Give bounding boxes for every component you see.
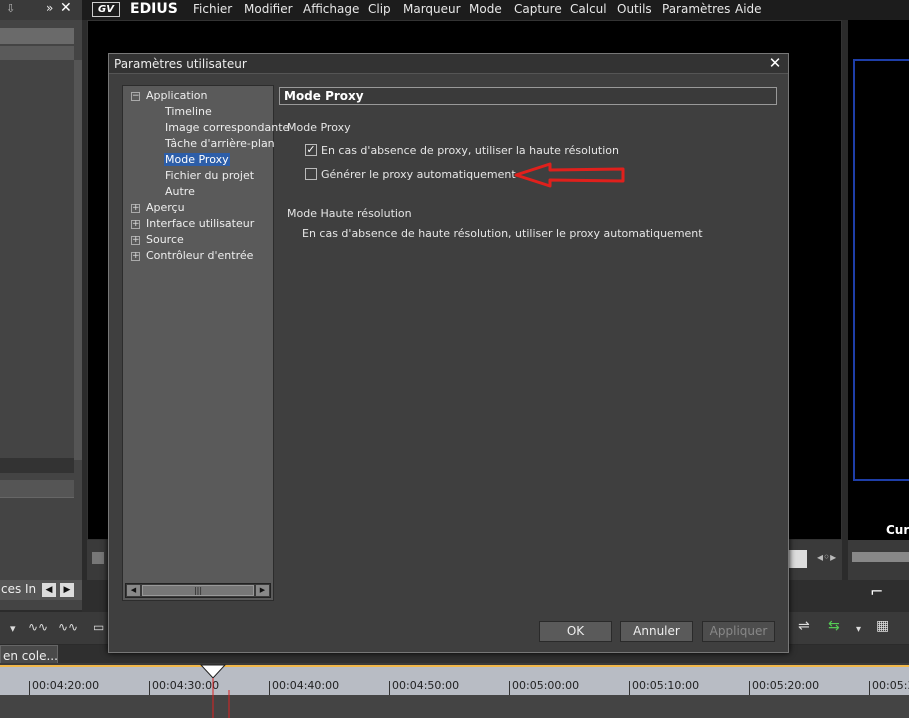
tab-left-arrow-icon[interactable]: ◀ [42,583,56,597]
menu-parametres[interactable]: Paramètres [662,2,730,16]
tab-sources[interactable]: ces [1,582,21,596]
menu-marqueur[interactable]: Marqueur [403,2,461,16]
tick-label: 00:05:20:00 [752,679,820,692]
expand-icon[interactable]: + [131,220,140,229]
bin-hscroll[interactable] [0,458,74,473]
menu-capture[interactable]: Capture [514,2,562,16]
cancel-button[interactable]: Annuler [620,621,693,642]
app-logo: GV [92,2,120,17]
expand-icon[interactable]: + [131,204,140,213]
tick-label: 00:04:50:00 [392,679,460,692]
tree-item-interface-utilisateur[interactable]: Interface utilisateur [146,217,254,230]
scroll-right-icon[interactable]: ▶ [256,585,269,596]
audio-wave-icon[interactable]: ◂◦▸ [817,550,836,564]
sync-dropdown-icon[interactable]: ▾ [856,624,861,635]
tick-label: 00:04:40:00 [272,679,340,692]
pin-icon[interactable]: ⇩ [6,2,15,15]
tree-item-source[interactable]: Source [146,233,184,246]
bin-sub-header [0,480,74,498]
annotation-arrow-icon [514,162,625,188]
tick-label: 00:04:20:00 [32,679,100,692]
player-jog[interactable] [787,550,807,568]
scroll-thumb[interactable]: ||| [142,585,254,596]
expand-icon[interactable]: + [131,236,140,245]
menu-bar: ⇩ » ✕ GV EDIUS Fichier Modifier Affichag… [0,0,909,20]
tree-item-apercu[interactable]: Aperçu [146,201,185,214]
tree-item-autre[interactable]: Autre [165,185,195,198]
recorder-controls [848,540,909,580]
checkbox-use-hires[interactable]: ✓ [305,144,317,156]
option-auto-proxy-label[interactable]: Générer le proxy automatiquement [321,168,516,181]
tree-item-application[interactable]: Application [146,89,207,102]
track-area[interactable] [0,695,909,718]
playhead-icon[interactable] [199,664,233,718]
tick-label: 00:05:10:00 [632,679,700,692]
settings-tree: − Application Timeline Image corresponda… [122,85,289,601]
audio-wave2-icon[interactable]: ∿∿ [58,620,78,634]
tree-hscrollbar[interactable]: ◀ ||| ▶ [125,583,271,598]
bin-panel: ⇵ [0,20,100,610]
ripple-icon[interactable]: ⇌ [798,618,810,634]
collapse-icon[interactable]: − [131,92,140,101]
menu-calcul[interactable]: Calcul [570,2,607,16]
tree-item-image-correspondante[interactable]: Image correspondante [165,121,289,134]
dialog-titlebar: Paramètres utilisateur ✕ [109,54,788,74]
tab-info[interactable]: In [25,582,36,596]
tick-label: 00:05:3 [872,679,909,692]
proxy-group-label: Mode Proxy [287,121,351,134]
menu-outils[interactable]: Outils [617,2,652,16]
clip-icon[interactable]: ▭ [93,620,104,634]
menu-aide[interactable]: Aide [735,2,762,16]
tree-item-fichier-projet[interactable]: Fichier du projet [165,169,254,182]
menu-affichage[interactable]: Affichage [303,2,359,16]
scroll-left-icon[interactable]: ◀ [127,585,140,596]
menu-fichier[interactable]: Fichier [193,2,232,16]
expand-icon[interactable]: » [46,1,53,15]
close-icon[interactable]: ✕ [60,0,72,16]
menu-clip[interactable]: Clip [368,2,391,16]
bin-vscroll[interactable] [74,60,82,460]
tree-item-controleur-entree[interactable]: Contrôleur d'entrée [146,249,253,262]
menu-mode[interactable]: Mode [469,2,502,16]
ok-button[interactable]: OK [539,621,612,642]
recorder-slider[interactable] [852,552,909,562]
option-use-hires-label[interactable]: En cas d'absence de proxy, utiliser la h… [321,144,619,157]
tick-label: 00:05:00:00 [512,679,580,692]
bin-column-header [0,46,74,60]
dialog-title: Paramètres utilisateur [114,57,247,71]
tree-item-mode-proxy[interactable]: Mode Proxy [164,153,230,166]
bin-header [0,28,74,44]
tab-right-arrow-icon[interactable]: ▶ [60,583,74,597]
marker-icon[interactable]: ⌐ [870,582,883,601]
recorder-monitor: Cur [848,20,909,540]
hires-group-label: Mode Haute résolution [287,207,412,220]
panel-controls: ⇩ » ✕ [0,0,82,20]
user-settings-dialog: Paramètres utilisateur ✕ − Application T… [108,53,789,653]
close-icon[interactable]: ✕ [767,55,783,71]
tree-item-timeline[interactable]: Timeline [165,105,212,118]
audio-wave-icon[interactable]: ∿∿ [28,620,48,634]
sequence-tab[interactable]: en cole... [0,645,58,665]
dropdown-icon[interactable]: ▾ [10,622,16,635]
recorder-frame [853,59,909,481]
expand-icon[interactable]: + [131,252,140,261]
cur-label: Cur [886,523,909,537]
app-brand: EDIUS [130,1,178,17]
checkbox-auto-proxy[interactable] [305,168,317,180]
menu-modifier[interactable]: Modifier [244,2,293,16]
left-tabs: ces In ◀ ▶ [0,580,82,600]
apply-button[interactable]: Appliquer [702,621,775,642]
timeline-ruler[interactable]: 00:04:20:00 00:04:30:00 00:04:40:00 00:0… [0,665,909,695]
sync-icon[interactable]: ⇆ [828,618,840,634]
player-slider[interactable] [92,552,104,564]
section-title: Mode Proxy [279,87,777,105]
hires-text: En cas d'absence de haute résolution, ut… [302,227,703,240]
tree-item-tache-arriere-plan[interactable]: Tâche d'arrière-plan [165,137,275,150]
grid-icon[interactable]: ▦ [876,618,889,634]
